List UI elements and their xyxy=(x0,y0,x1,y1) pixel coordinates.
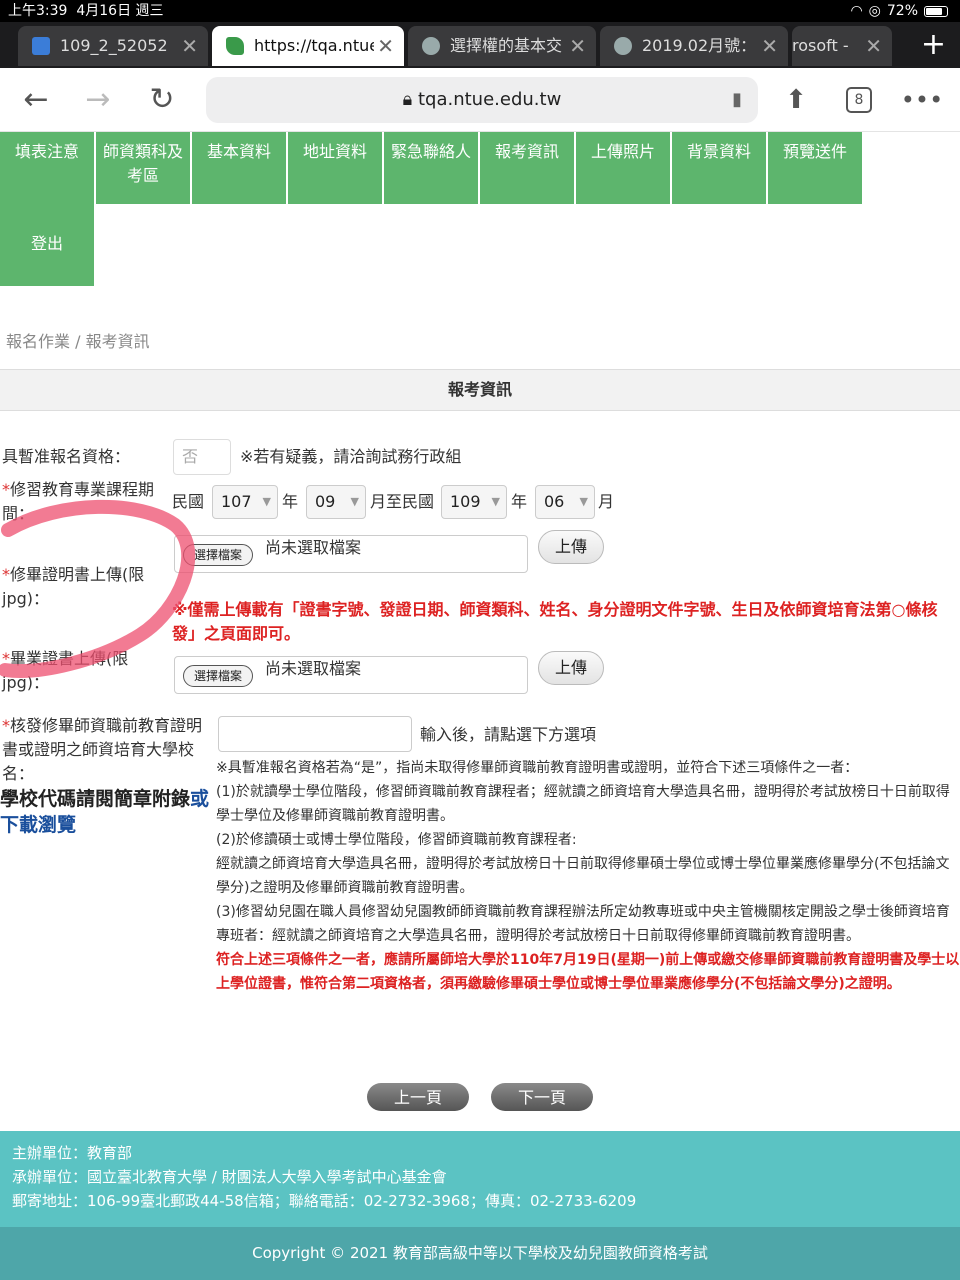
close-tab-icon[interactable]: ✕ xyxy=(181,26,198,66)
q3-label: *修畢證明書上傳(限jpg)： xyxy=(2,565,145,608)
browser-tab[interactable]: 109_2_52052 ✕ xyxy=(18,26,208,66)
year-label: 年 xyxy=(282,492,299,511)
q1-value: 否 xyxy=(173,439,231,475)
school-code-info: 學校代碼請閱簡章附錄或下載瀏覽 xyxy=(0,788,210,836)
new-tab-icon[interactable]: + xyxy=(921,30,946,60)
status-bar: 上午3:39 4月16日 週三 ◠ ◎ 72% xyxy=(0,0,960,22)
browser-tab[interactable]: 2019.02月號： ✕ xyxy=(600,26,788,66)
breadcrumb: 報名作業 / 報考資訊 xyxy=(6,332,150,351)
footer-executor: 承辦單位：國立臺北教育大學 / 財團法人大學入學考試中心基金會 xyxy=(12,1168,447,1186)
q1-note: ※若有疑義，請洽詢試務行政組 xyxy=(240,447,462,466)
note-line: 經就讀之師資培育大學造具名冊，證明得於考試放榜日十日前取得修畢碩士學位或博士學位… xyxy=(216,856,950,896)
nav-logout[interactable]: 登出 xyxy=(0,204,94,286)
q2-mid: 月至民國 xyxy=(370,492,435,511)
note-line: (1)於就讀學士學位階段，修習師資職前教育課程者；經就讀之師資培育大學造具名冊，… xyxy=(216,784,950,824)
nav-item[interactable]: 基本資料 xyxy=(192,132,286,204)
back-icon[interactable]: ← xyxy=(14,78,58,122)
upload-warning: ※僅需上傳載有「證書字號、發證日期、師資類科、姓名、身分證明文件字號、生日及依師… xyxy=(172,600,938,643)
end-year-select[interactable]: 109 ▼ xyxy=(441,485,507,519)
no-file-text: 尚未選取檔案 xyxy=(265,538,362,557)
microphone-icon[interactable]: ▮ xyxy=(732,77,742,123)
chevron-down-icon: ▼ xyxy=(491,495,500,508)
tab-count-button[interactable]: 8 xyxy=(846,87,872,113)
chevron-down-icon: ▼ xyxy=(579,495,588,508)
footer-organizer: 主辦單位：教育部 xyxy=(12,1144,133,1162)
diploma-upload-button[interactable]: 上傳 xyxy=(538,651,604,685)
section-title: 報考資訊 xyxy=(0,369,960,411)
more-icon[interactable]: ••• xyxy=(900,78,944,122)
share-icon[interactable]: ⬆ xyxy=(774,78,818,122)
globe-icon xyxy=(422,37,440,55)
nav-item[interactable]: 報考資訊 xyxy=(480,132,574,204)
forward-icon[interactable]: → xyxy=(76,78,120,122)
note-line: ※具暫准報名資格若為“是”，指尚未取得修畢師資職前教育證明書或證明，並符合下述三… xyxy=(216,760,859,776)
nav-item[interactable]: 填表注意 xyxy=(0,132,94,204)
wifi-icon: ◠ xyxy=(850,3,863,19)
q2-label: *修習教育專業課程期間： xyxy=(2,480,155,523)
close-tab-icon[interactable]: ✕ xyxy=(377,26,394,66)
chevron-down-icon: ▼ xyxy=(350,495,359,508)
certificate-file-input[interactable]: 選擇檔案 尚未選取檔案 xyxy=(174,535,528,573)
battery-icon xyxy=(924,5,948,17)
choose-file-button[interactable]: 選擇檔案 xyxy=(183,665,254,687)
footer: 主辦單位：教育部 承辦單位：國立臺北教育大學 / 財團法人大學入學考試中心基金會… xyxy=(0,1131,960,1227)
tab-bar: 109_2_52052 ✕ https://tqa.ntue ✕ 選擇權的基本交… xyxy=(0,22,960,68)
certificate-upload-button[interactable]: 上傳 xyxy=(538,530,604,564)
nav-item[interactable]: 師資類科及考區 xyxy=(96,132,190,204)
close-tab-icon[interactable]: ✕ xyxy=(569,26,586,66)
q1-label: 具暫准報名資格： xyxy=(2,447,131,466)
chevron-down-icon: ▼ xyxy=(262,495,271,508)
q5-hint: 輸入後，請點選下方選項 xyxy=(420,725,597,744)
nav-item[interactable]: 預覽送件 xyxy=(768,132,862,204)
address-bar[interactable]: 🔒︎ tqa.ntue.edu.tw ▮ xyxy=(206,77,758,123)
status-time: 上午3:39 4月16日 週三 xyxy=(8,3,164,19)
nav-item[interactable]: 背景資料 xyxy=(672,132,766,204)
nav-item[interactable]: 緊急聯絡人 xyxy=(384,132,478,204)
browser-toolbar: ← → ↻ 🔒︎ tqa.ntue.edu.tw ▮ ⬆ 8 ••• xyxy=(0,68,960,132)
reload-icon[interactable]: ↻ xyxy=(140,78,184,122)
browser-tab-active[interactable]: https://tqa.ntue ✕ xyxy=(212,26,404,66)
note-deadline: 符合上述三項條件之一者，應請所屬師培大學於110年7月19日(星期一)前上傳或繳… xyxy=(216,952,960,992)
note-line: (3)修習幼兒園在職人員修習幼兒園教師師資職前教育課程辦法所定幼教專班或中央主管… xyxy=(216,904,950,944)
globe-icon xyxy=(614,37,632,55)
note-line: (2)於修讀碩士或博士學位階段，修習師資職前教育課程者: xyxy=(216,832,577,848)
no-file-text: 尚未選取檔案 xyxy=(265,659,362,678)
school-name-input[interactable] xyxy=(218,716,412,752)
year-label: 年 xyxy=(511,492,528,511)
diploma-file-input[interactable]: 選擇檔案 尚未選取檔案 xyxy=(174,656,528,694)
nav-item[interactable]: 地址資料 xyxy=(288,132,382,204)
site-favicon-icon xyxy=(226,37,244,55)
q2-prefix: 民國 xyxy=(172,492,205,511)
close-tab-icon[interactable]: ✕ xyxy=(865,26,882,66)
lock-rotation-icon: ◎ xyxy=(868,3,881,19)
footer-address: 郵寄地址：106-99臺北郵政44-58信箱；聯絡電話：02-2732-3968… xyxy=(12,1192,637,1210)
next-page-button[interactable]: 下一頁 xyxy=(491,1083,593,1111)
q4-label: *畢業證書上傳(限jpg)： xyxy=(2,649,129,692)
prev-page-button[interactable]: 上一頁 xyxy=(367,1083,469,1111)
end-month-select[interactable]: 06 ▼ xyxy=(535,485,595,519)
eligibility-notes: ※具暫准報名資格若為“是”，指尚未取得修畢師資職前教育證明書或證明，並符合下述三… xyxy=(216,756,960,996)
start-year-select[interactable]: 107 ▼ xyxy=(212,485,278,519)
copyright: Copyright © 2021 教育部高級中等以下學校及幼兒園教師資格考試 xyxy=(0,1227,960,1280)
lock-icon: 🔒︎ xyxy=(402,89,413,110)
q5-label: *核發修畢師資職前教育證明書或證明之師資培育大學校名： xyxy=(2,716,203,783)
month-label: 月 xyxy=(598,492,615,511)
browser-tab[interactable]: 選擇權的基本交 ✕ xyxy=(408,26,596,66)
start-month-select[interactable]: 09 ▼ xyxy=(306,485,366,519)
choose-file-button[interactable]: 選擇檔案 xyxy=(183,544,254,566)
close-tab-icon[interactable]: ✕ xyxy=(761,26,778,66)
url-text: tqa.ntue.edu.tw xyxy=(417,89,562,110)
browser-tab[interactable]: rosoft - ✕ xyxy=(792,26,892,66)
battery-percent: 72% xyxy=(886,3,918,19)
nav-item[interactable]: 上傳照片 xyxy=(576,132,670,204)
document-icon xyxy=(32,37,50,55)
